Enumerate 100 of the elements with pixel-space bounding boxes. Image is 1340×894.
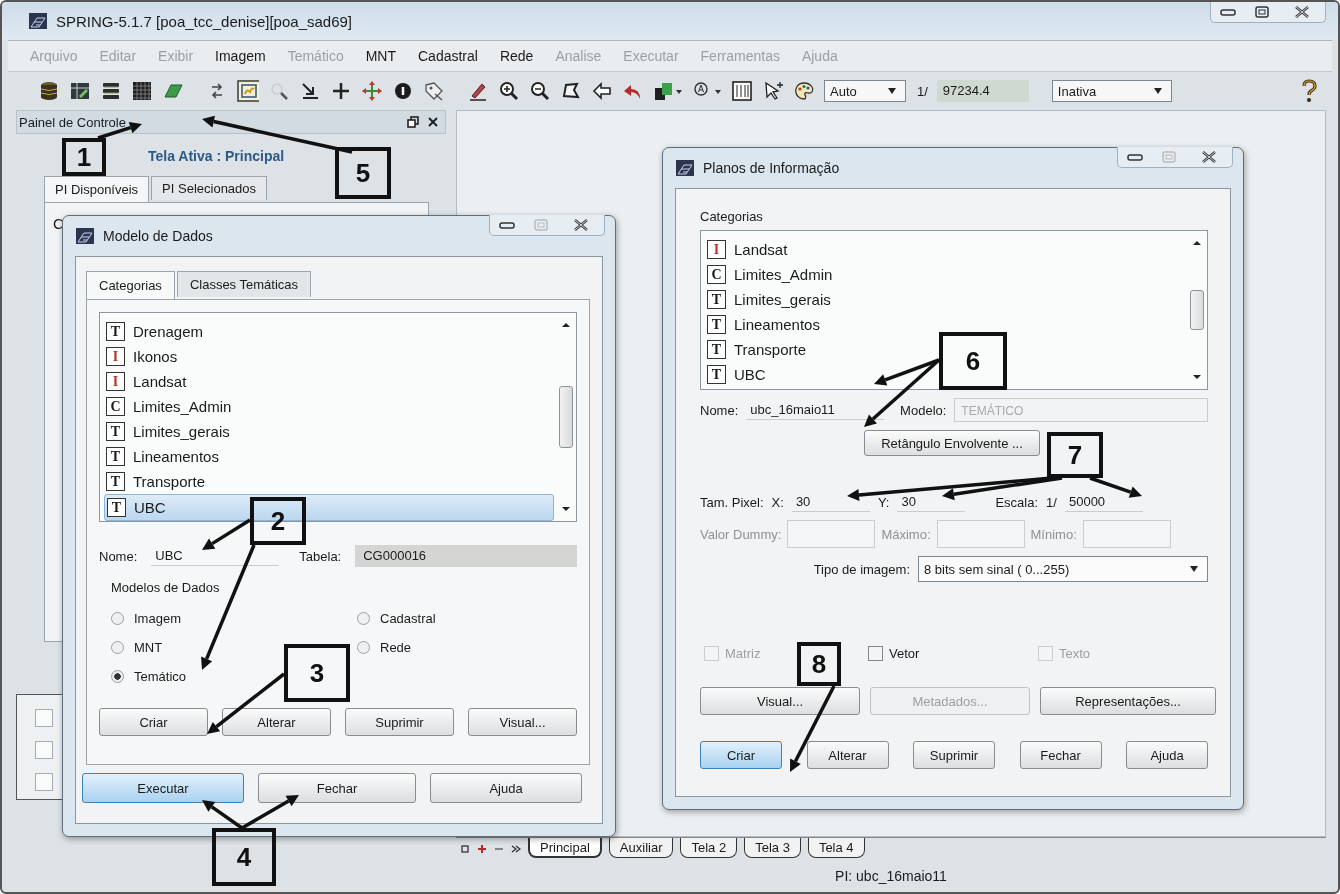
radio-button[interactable] <box>111 641 124 654</box>
zoom-in-icon[interactable] <box>498 80 520 102</box>
screen-tab[interactable]: Auxiliar <box>608 838 674 858</box>
menu-item[interactable]: Imagem <box>215 48 266 64</box>
menu-item[interactable]: Rede <box>499 48 534 64</box>
arrow-to-bar-icon[interactable] <box>299 80 321 102</box>
screen-tab[interactable]: Tela 4 <box>807 838 865 858</box>
button[interactable]: Visual... <box>700 687 860 715</box>
close-icon <box>1294 6 1310 18</box>
palette-icon[interactable] <box>793 80 815 102</box>
type-badge: C <box>106 397 125 416</box>
button[interactable]: Executar <box>82 773 244 803</box>
tab[interactable]: Classes Temáticas <box>176 271 311 297</box>
field-label: Tabela: <box>299 548 342 564</box>
button[interactable]: Alterar <box>806 741 889 769</box>
color-blocks-icon[interactable] <box>653 80 683 102</box>
info-icon[interactable] <box>392 80 414 102</box>
button[interactable]: Visual... <box>468 708 577 736</box>
button[interactable]: Representações... <box>1040 687 1216 715</box>
menu-item[interactable]: MNT <box>365 48 396 64</box>
grid-icon[interactable] <box>131 80 153 102</box>
callout-number: 4 <box>212 828 276 886</box>
type-badge: T <box>106 447 125 466</box>
back-arrow-icon[interactable] <box>591 80 613 102</box>
magnifier-icon[interactable] <box>268 80 290 102</box>
tab[interactable]: PI Disponíveis <box>44 176 150 202</box>
section-label: Categorias <box>700 209 764 224</box>
caret-icon <box>1189 565 1199 573</box>
radio-button[interactable] <box>357 612 370 625</box>
button[interactable]: Suprimir <box>345 708 454 736</box>
scale-field[interactable]: 97234.4 <box>936 80 1029 102</box>
table-edit-icon[interactable] <box>69 80 91 102</box>
checkbox[interactable] <box>35 709 53 727</box>
list-item[interactable]: I Ikonos <box>104 344 184 369</box>
pointer-star-icon[interactable] <box>762 80 784 102</box>
bounding-box-button[interactable]: Retângulo Envolvente ... <box>864 430 1040 456</box>
arrow <box>241 795 299 830</box>
button[interactable]: Ajuda <box>1126 741 1208 769</box>
zoom-out-icon[interactable] <box>529 80 551 102</box>
close-icon[interactable] <box>427 116 439 128</box>
app-icon <box>28 12 48 30</box>
close-icon <box>1201 151 1217 163</box>
radio-button[interactable] <box>357 641 370 654</box>
list-item[interactable]: T Drenagem <box>104 319 210 344</box>
menu-item[interactable]: Cadastral <box>418 48 478 64</box>
square-icon[interactable] <box>460 844 470 854</box>
button[interactable]: Fechar <box>1019 741 1102 769</box>
list-item[interactable]: T Limites_gerais <box>705 287 837 312</box>
type-badge: T <box>106 422 125 441</box>
scale-prefix: 1/ <box>917 83 928 99</box>
type-badge: T <box>707 365 726 384</box>
tag-icon[interactable] <box>423 80 445 102</box>
button[interactable]: Ajuda <box>430 773 582 803</box>
checkbox[interactable] <box>35 773 53 791</box>
type-badge: T <box>106 322 125 341</box>
radio-label: Cadastral <box>380 611 436 626</box>
screen-tab[interactable]: Tela 2 <box>680 838 738 858</box>
database-icon[interactable] <box>38 80 60 102</box>
tab[interactable]: Categorias <box>86 271 175 299</box>
table-field[interactable]: CG000016 <box>355 545 577 567</box>
edit-mode-combo[interactable]: Inativa <box>1051 80 1172 102</box>
list-item[interactable]: T Transporte <box>705 337 812 362</box>
list-item[interactable]: I Landsat <box>104 369 193 394</box>
field-label: Y: <box>877 494 890 510</box>
checkbox[interactable] <box>868 646 883 661</box>
float-icon[interactable] <box>407 116 419 128</box>
plus-icon[interactable] <box>330 80 352 102</box>
list-item[interactable]: T Transporte <box>104 469 211 494</box>
screen-tab[interactable]: Tela 3 <box>744 838 801 858</box>
double-arrow-icon[interactable] <box>511 844 521 854</box>
field-label: Nome: <box>700 402 739 418</box>
ruler-box-icon[interactable] <box>731 80 753 102</box>
button[interactable]: Alterar <box>222 708 331 736</box>
picture-frame-icon[interactable] <box>237 80 259 102</box>
screen-tab[interactable]: Principal <box>528 838 602 858</box>
field-label: Tipo de imagem: <box>813 561 910 577</box>
button[interactable]: Fechar <box>258 773 416 803</box>
list-item[interactable]: C Limites_Admin <box>705 262 839 287</box>
checkbox-label: Matriz <box>725 646 761 661</box>
button[interactable]: Suprimir <box>913 741 995 769</box>
button[interactable]: Criar <box>700 741 782 769</box>
field-label: X: <box>771 494 784 510</box>
list-item[interactable]: T Lineamentos <box>705 312 826 337</box>
image-type-combo[interactable]: 8 bits sem sinal ( 0...255) <box>918 556 1208 582</box>
move-icon[interactable] <box>361 80 383 102</box>
layers-icon[interactable] <box>100 80 122 102</box>
button[interactable]: Criar <box>99 708 208 736</box>
callout-number: 6 <box>939 332 1007 390</box>
checkbox[interactable] <box>35 741 53 759</box>
radio-button[interactable] <box>111 670 124 683</box>
scale-mode-combo[interactable]: Auto <box>824 80 906 102</box>
list-item[interactable]: T UBC <box>705 362 772 387</box>
help-icon[interactable] <box>1300 79 1318 103</box>
tab[interactable]: PI Selecionados <box>151 176 268 200</box>
radio-button[interactable] <box>111 612 124 625</box>
list-item[interactable]: C Limites_Admin <box>104 394 238 419</box>
list-item[interactable]: T Limites_gerais <box>104 419 236 444</box>
list-item[interactable]: I Landsat <box>705 237 794 262</box>
list-item[interactable]: T Lineamentos <box>104 444 225 469</box>
app-icon <box>675 159 695 177</box>
